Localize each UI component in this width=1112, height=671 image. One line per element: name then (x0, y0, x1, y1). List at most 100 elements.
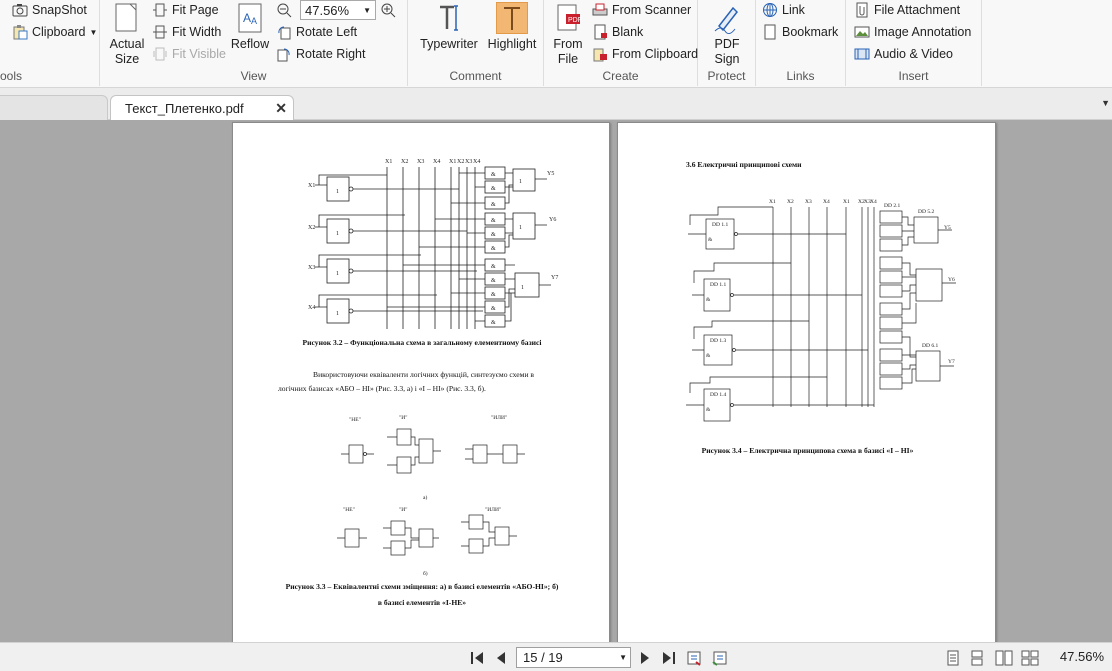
document-tab[interactable]: Текст_Плетенко.pdf ✕ (110, 95, 294, 121)
last-page-button[interactable] (660, 649, 678, 667)
next-view-button[interactable] (710, 649, 728, 667)
svg-text:X2: X2 (401, 159, 408, 165)
reflow-icon: AA (234, 2, 266, 34)
comment-group-title: Comment (449, 69, 502, 83)
image-annotation-label: Image Annotation (874, 25, 972, 39)
insert-group-title: Insert (898, 69, 929, 83)
snapshot-button[interactable]: SnapShot (12, 0, 87, 20)
svg-text:&: & (708, 237, 713, 243)
comment-group: Typewriter Highlight Comment (408, 0, 544, 86)
svg-text:X2: X2 (308, 225, 315, 231)
eq-label-ne-bottom: "НЕ" (343, 507, 355, 513)
pdf-sign-button[interactable]: PDF Sign (704, 2, 750, 67)
single-page-view-button[interactable] (944, 649, 962, 667)
links-group-title: Links (786, 69, 815, 83)
rotate-left-button[interactable]: Rotate Left (276, 22, 357, 42)
fig32-caption: Рисунок 3.2 – Функціональна схема в зага… (302, 338, 542, 347)
svg-text:X2: X2 (787, 199, 794, 205)
continuous-facing-icon (1021, 650, 1039, 666)
document-viewport[interactable]: X1 X2 X3 X4 X1 X2 X3 X4 X1 X2 X3 X4 1111 111 Y… (0, 120, 1112, 642)
svg-text:Y5: Y5 (547, 171, 554, 177)
zoom-in-button[interactable] (380, 0, 400, 20)
first-page-icon (471, 652, 483, 664)
audio-video-label: Audio & Video (874, 47, 953, 61)
svg-text:&: & (491, 218, 496, 224)
page-number-field[interactable]: 15 / 19 ▼ (516, 647, 631, 668)
svg-text:Y7: Y7 (551, 275, 558, 281)
continuous-facing-view-button[interactable] (1020, 649, 1040, 667)
globe-link-icon (762, 2, 778, 18)
last-page-icon (663, 652, 675, 664)
pdf-page-15: X1 X2 X3 X4 X1 X2 X3 X4 X1 X2 X3 X4 1111 111 Y… (232, 122, 610, 642)
from-clipboard-button[interactable]: From Clipboard (592, 44, 698, 64)
zoom-out-icon (276, 2, 292, 18)
zoom-out-button[interactable] (276, 0, 296, 20)
chip-label: DD 1.1 (710, 282, 726, 288)
svg-text:&: & (491, 264, 496, 270)
svg-text:&: & (491, 232, 496, 238)
bookmark-button[interactable]: Bookmark (762, 22, 838, 42)
from-file-icon: PDF (552, 2, 584, 34)
single-page-icon (947, 650, 959, 666)
continuous-view-button[interactable] (968, 649, 986, 667)
chip-label: DD 1.1 (712, 222, 728, 228)
tab-list-arrow-icon[interactable]: ▼ (1101, 98, 1110, 108)
svg-text:1: 1 (336, 231, 339, 237)
sub-label-b: б) (423, 570, 428, 577)
svg-text:&: & (491, 306, 496, 312)
svg-text:A: A (243, 11, 251, 25)
first-page-button[interactable] (468, 649, 486, 667)
clipboard-button[interactable]: Clipboard ▼ (12, 22, 97, 42)
svg-text:&: & (491, 172, 496, 178)
from-scanner-button[interactable]: From Scanner (592, 0, 691, 20)
status-bar: 15 / 19 ▼ 47.56% (0, 642, 1112, 671)
status-zoom-level[interactable]: 47.56% (1060, 649, 1104, 664)
section-title: 3.6 Електричні принципові схеми (686, 160, 802, 169)
svg-text:&: & (491, 186, 496, 192)
pen-icon (711, 2, 743, 35)
view-group: Actual Size Fit Page Fit Width Fit Visib… (100, 0, 408, 86)
next-page-button[interactable] (636, 649, 654, 667)
pdf-page-16: 3.6 Електричні принципові схеми X1 X2 X3… (617, 122, 996, 642)
fit-width-button[interactable]: Fit Width (152, 22, 221, 42)
file-attachment-label: File Attachment (874, 3, 961, 17)
svg-text:&: & (491, 278, 496, 284)
close-tab-icon[interactable]: ✕ (275, 100, 287, 117)
facing-view-button[interactable] (994, 649, 1014, 667)
svg-text:1: 1 (336, 311, 339, 317)
output-label: Y7 (948, 359, 955, 365)
fit-page-button[interactable]: Fit Page (152, 0, 219, 20)
rotate-right-button[interactable]: Rotate Right (276, 44, 365, 64)
svg-text:X1: X1 (769, 199, 776, 205)
document-tab-bar: Текст_Плетенко.pdf ✕ ▼ (0, 88, 1112, 121)
reflow-button[interactable]: AA Reflow (228, 2, 272, 52)
zoom-combo[interactable]: 47.56% ▼ (300, 0, 376, 20)
svg-text:X4: X4 (308, 305, 315, 311)
actual-size-button[interactable]: Actual Size (106, 2, 148, 67)
typewriter-button[interactable]: Typewriter (416, 2, 482, 52)
previous-view-button[interactable] (686, 649, 704, 667)
dropdown-arrow-icon[interactable]: ▼ (619, 653, 627, 662)
from-scanner-label: From Scanner (612, 3, 692, 17)
link-button[interactable]: Link (762, 0, 805, 20)
from-file-button[interactable]: PDF From File (550, 2, 586, 67)
previous-page-button[interactable] (492, 649, 510, 667)
sub-label-a: а) (423, 494, 427, 501)
highlight-button[interactable]: Highlight (484, 2, 540, 52)
protect-group-title: Protect (707, 69, 746, 83)
svg-text:&: & (706, 407, 711, 413)
from-file-label-2: File (557, 52, 579, 66)
image-annotation-button[interactable]: Image Annotation (854, 22, 971, 42)
svg-text:&: & (491, 320, 496, 326)
eq-label-i-bottom: "И" (399, 507, 407, 513)
paragraph-line-1: Використовуючи еквіваленти логічних функ… (313, 370, 534, 379)
file-attachment-button[interactable]: File Attachment (854, 0, 960, 20)
audio-video-button[interactable]: Audio & Video (854, 44, 953, 64)
rotate-right-icon (276, 46, 292, 62)
svg-text:X3: X3 (465, 159, 472, 165)
pdf-sign-label-2: Sign (714, 52, 740, 66)
start-tab[interactable] (0, 95, 108, 120)
dropdown-arrow-icon[interactable]: ▼ (363, 6, 371, 15)
fit-visible-button[interactable]: Fit Visible (152, 44, 226, 64)
blank-button[interactable]: Blank (592, 22, 643, 42)
